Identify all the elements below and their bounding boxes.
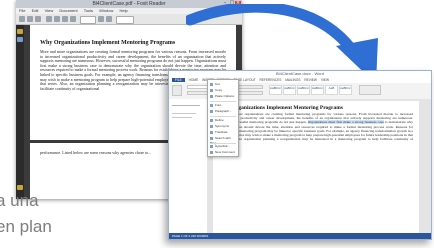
menu-view[interactable]: View (45, 8, 54, 13)
tab-references[interactable]: REFERENCES (260, 78, 282, 82)
menu-help[interactable]: Help (120, 8, 128, 13)
status-bar: PAGE 1 OF 2 240 WORDS (169, 233, 431, 239)
zoom-field[interactable] (116, 16, 134, 24)
menu-edit[interactable]: Edit (32, 8, 39, 13)
menu-item-translate[interactable]: Translate (210, 130, 236, 135)
menu-item-font[interactable]: Font... (210, 103, 236, 108)
menu-item-paste-options[interactable]: Paste Options: (210, 94, 236, 99)
menu-window[interactable]: Window (99, 8, 113, 13)
menu-item-new-comment[interactable]: New Comment (210, 150, 236, 155)
synonyms-icon (210, 124, 213, 128)
copy-icon (210, 88, 213, 92)
pages-icon[interactable] (17, 37, 23, 42)
word-heading: Why Organizations Implement Mentoring Pr… (219, 105, 343, 111)
font-icon (210, 103, 213, 107)
print-icon[interactable] (35, 16, 41, 22)
navigation-pane (169, 99, 208, 233)
search-icon (210, 136, 213, 140)
paste-icon (210, 94, 213, 98)
word-paragraph: More and more organizations are creating… (213, 112, 419, 146)
save-icon[interactable] (27, 16, 33, 22)
tab-home[interactable]: HOME (189, 78, 199, 82)
translate-icon (210, 130, 213, 134)
menu-item-hyperlink[interactable]: Hyperlink... (210, 144, 236, 149)
menu-item-cut[interactable]: Cut (210, 82, 236, 87)
select-tool-icon[interactable] (54, 16, 60, 22)
menu-separator (210, 116, 236, 117)
nav-heading-item[interactable] (172, 117, 192, 118)
hand-tool-icon[interactable] (46, 16, 52, 22)
next-page-icon[interactable] (106, 16, 112, 22)
nav-search-box[interactable] (172, 105, 200, 106)
paste-button[interactable] (172, 85, 182, 96)
menu-item-synonyms[interactable]: Synonyms (210, 124, 236, 129)
style-no-spacing[interactable]: AaBbCcDc (283, 85, 296, 95)
menu-item-copy[interactable]: Copy (210, 88, 236, 93)
style-heading-2[interactable]: AaBbCcC (311, 85, 324, 95)
style-subtitle[interactable]: AaBbCcC (339, 85, 352, 95)
previous-page-icon[interactable] (98, 16, 104, 22)
menu-file[interactable]: File (19, 8, 25, 13)
tab-mailings[interactable]: MAILINGS (285, 78, 300, 82)
bookmark-icon[interactable] (17, 29, 23, 34)
menu-item-search[interactable]: Search with Bing (210, 136, 236, 145)
caption-line-1: a una (0, 191, 39, 210)
nav-heading-item[interactable] (172, 113, 196, 114)
tab-review[interactable]: REVIEW (304, 78, 317, 82)
style-heading-1[interactable]: AaBbCc (297, 85, 310, 95)
menu-document[interactable]: Document (59, 8, 77, 13)
context-menu: Cut Copy Paste Options: Font... Paragrap… (207, 79, 239, 157)
menu-item-paragraph[interactable]: Paragraph... (210, 109, 236, 114)
word-paragraph-end: to demonstrate why the organization shou… (219, 120, 413, 145)
tab-file[interactable]: FILE (172, 78, 185, 82)
menu-item-define[interactable]: Define (210, 118, 236, 123)
style-normal[interactable]: AaBbCcDc (269, 85, 282, 95)
page-number-field[interactable] (80, 16, 96, 24)
comment-icon (210, 150, 213, 154)
menu-tools[interactable]: Tools (84, 8, 93, 13)
caption-text: a una en plan (0, 188, 106, 240)
zoom-out-icon[interactable] (70, 16, 76, 22)
paragraph-icon (210, 109, 213, 113)
editing-group[interactable] (359, 85, 381, 95)
link-icon (210, 144, 213, 148)
scissors-icon (210, 82, 213, 86)
word-page[interactable]: Why Organizations Implement Mentoring Pr… (213, 101, 419, 233)
tab-view[interactable]: VIEW (321, 78, 329, 82)
book-icon (210, 118, 213, 122)
caption-line-2: en plan (0, 217, 52, 236)
menu-separator (210, 101, 236, 102)
open-icon[interactable] (19, 16, 25, 22)
pdf-sidebar (16, 25, 24, 199)
style-title[interactable]: AaB (325, 85, 338, 95)
zoom-in-icon[interactable] (62, 16, 68, 22)
